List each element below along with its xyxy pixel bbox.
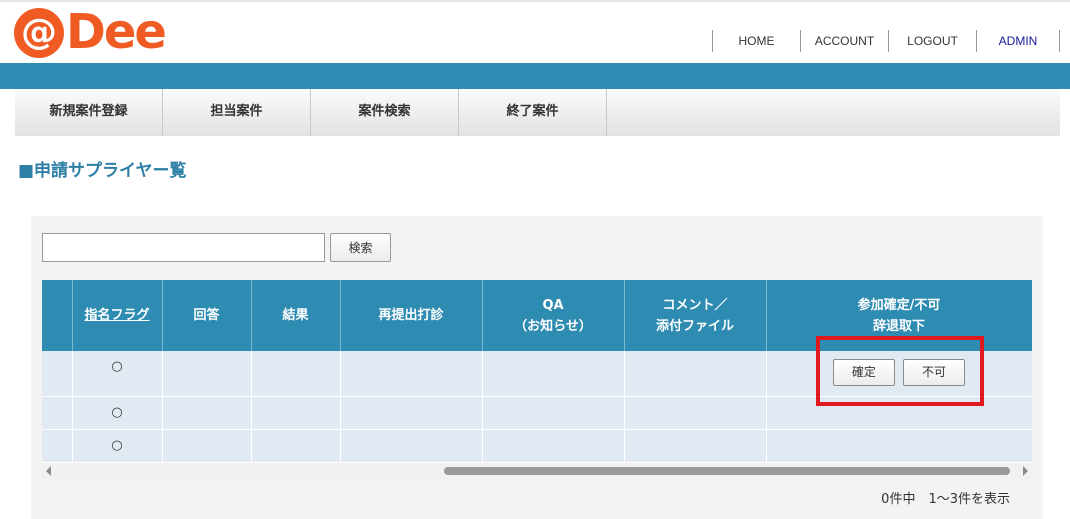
resubmit-cell — [340, 429, 483, 463]
table-row: ○ 確定 不可 — [42, 351, 1032, 397]
search-button[interactable]: 検索 — [330, 233, 391, 262]
scroll-right-arrow-icon[interactable] — [1023, 466, 1028, 476]
page-title: ■申請サプライヤー覧 — [18, 161, 187, 181]
qa-cell — [482, 351, 625, 397]
header-result: 結果 — [251, 280, 341, 351]
answer-cell — [162, 351, 252, 397]
header-flag-label[interactable]: 指名フラグ — [84, 308, 149, 323]
subnav-assigned-projects[interactable]: 担当案件 — [163, 89, 311, 136]
logo[interactable]: @ Dee — [14, 4, 174, 60]
supplier-table-wrap: 指名フラグ 回答 結果 再提出打診 QA （お知らせ） コメント／ 添付ファイル… — [42, 280, 1032, 478]
result-count: 0件中 1～3件を表示 — [881, 492, 1010, 507]
top-nav: HOME ACCOUNT LOGOUT ADMIN — [712, 30, 1060, 52]
flag-cell: ○ — [72, 396, 163, 430]
result-cell — [251, 429, 341, 463]
horizontal-scrollbar[interactable] — [42, 463, 1032, 479]
search-input[interactable] — [42, 233, 325, 262]
result-cell — [251, 396, 341, 430]
supplier-panel: 検索 指名フラグ 回答 結果 再提出打診 QA （お知らせ） コメント／ 添付フ… — [31, 216, 1043, 519]
answer-cell — [162, 429, 252, 463]
header-comment-line2: 添付ファイル — [655, 318, 734, 334]
reject-button[interactable]: 不可 — [903, 359, 966, 386]
header-qa-line1: QA — [542, 297, 564, 313]
comment-cell — [624, 396, 767, 430]
header-bar — [0, 63, 1070, 89]
row-select-cell — [42, 396, 73, 430]
sub-nav: 新規案件登録 担当案件 案件検索 終了案件 — [15, 89, 1060, 136]
header-select — [42, 280, 73, 351]
nav-admin-link[interactable]: ADMIN — [976, 30, 1060, 52]
answer-cell — [162, 396, 252, 430]
qa-cell — [482, 429, 625, 463]
qa-cell — [482, 396, 625, 430]
result-cell — [251, 351, 341, 397]
row-select-cell — [42, 429, 73, 463]
nav-account-link[interactable]: ACCOUNT — [800, 30, 888, 52]
flag-cell: ○ — [72, 351, 163, 397]
confirm-cell — [766, 396, 1032, 430]
nav-logout-link[interactable]: LOGOUT — [888, 30, 976, 52]
subnav-project-search[interactable]: 案件検索 — [311, 89, 459, 136]
confirm-button[interactable]: 確定 — [832, 359, 895, 386]
header-flag[interactable]: 指名フラグ — [72, 280, 163, 351]
header-confirm-line2: 辞退取下 — [872, 318, 925, 334]
confirm-cell — [766, 429, 1032, 463]
row-select-cell — [42, 351, 73, 397]
header-resubmit: 再提出打診 — [340, 280, 483, 351]
table-row: ○ — [42, 396, 1032, 430]
confirm-cell: 確定 不可 — [766, 351, 1032, 397]
flag-cell: ○ — [72, 429, 163, 463]
nav-home-link[interactable]: HOME — [712, 30, 800, 52]
header: @ Dee HOME ACCOUNT LOGOUT ADMIN — [0, 2, 1070, 63]
scrollbar-thumb[interactable] — [444, 467, 1010, 475]
header-confirm-line1: 参加確定/不可 — [857, 297, 941, 313]
scroll-left-arrow-icon[interactable] — [46, 466, 51, 476]
logo-text: Dee — [66, 4, 167, 60]
logo-at-icon: @ — [14, 8, 64, 58]
resubmit-cell — [340, 351, 483, 397]
supplier-table: 指名フラグ 回答 結果 再提出打診 QA （お知らせ） コメント／ 添付ファイル… — [42, 280, 1032, 463]
comment-cell — [624, 429, 767, 463]
table-row: ○ — [42, 429, 1032, 463]
subnav-closed-projects[interactable]: 終了案件 — [459, 89, 607, 136]
header-answer: 回答 — [162, 280, 252, 351]
comment-cell — [624, 351, 767, 397]
header-comment-line1: コメント／ — [662, 297, 728, 313]
header-qa: QA （お知らせ） — [482, 280, 625, 351]
header-qa-line2: （お知らせ） — [514, 318, 592, 334]
subnav-new-project[interactable]: 新規案件登録 — [15, 89, 163, 136]
resubmit-cell — [340, 396, 483, 430]
header-confirm: 参加確定/不可 辞退取下 — [766, 280, 1032, 351]
table-header-row: 指名フラグ 回答 結果 再提出打診 QA （お知らせ） コメント／ 添付ファイル… — [42, 280, 1032, 351]
header-comment: コメント／ 添付ファイル — [624, 280, 767, 351]
